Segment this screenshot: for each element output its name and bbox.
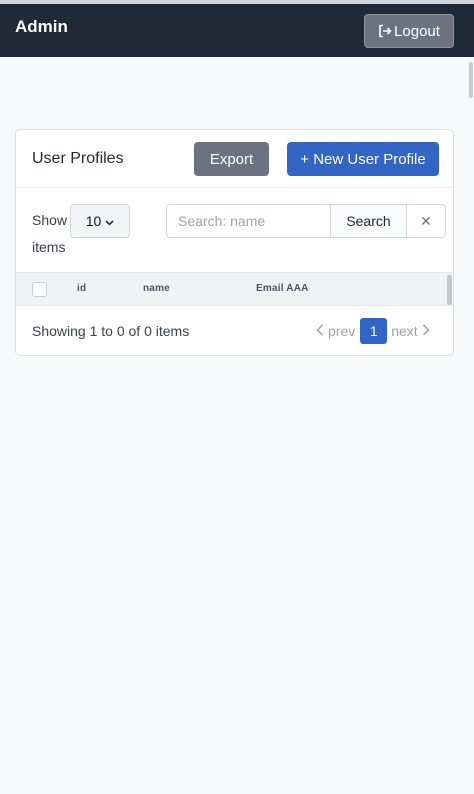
export-button[interactable]: Export (194, 142, 269, 176)
next-label: next (391, 323, 418, 339)
search-input[interactable] (166, 204, 331, 238)
close-icon: ✕ (420, 212, 432, 229)
showing-summary: Showing 1 to 0 of 0 items (32, 323, 190, 339)
column-header-name[interactable]: name (143, 283, 170, 294)
page-scrollbar-thumb[interactable] (469, 62, 473, 98)
pagination: prev 1 next (316, 318, 430, 344)
show-label: Show (32, 212, 68, 228)
brand-title[interactable]: Admin (15, 17, 68, 37)
clear-search-button[interactable]: ✕ (406, 204, 446, 238)
table-header-row: id name Email AAA (16, 272, 453, 306)
chevron-left-icon (316, 323, 324, 339)
chevron-right-icon (422, 323, 430, 339)
prev-label: prev (328, 323, 356, 339)
table-scrollbar-thumb[interactable] (447, 275, 452, 305)
chevron-down-icon (105, 213, 114, 229)
column-header-id[interactable]: id (77, 283, 86, 294)
user-profiles-card: User Profiles Export + New User Profile … (15, 129, 454, 356)
logout-button[interactable]: Logout (364, 14, 454, 48)
page-size-select[interactable]: 10 (70, 204, 130, 238)
select-all-checkbox[interactable] (32, 282, 47, 297)
prev-page-link[interactable]: prev (316, 323, 355, 339)
logout-icon (378, 24, 392, 38)
card-header: User Profiles Export + New User Profile (16, 130, 453, 188)
page-number-button[interactable]: 1 (360, 318, 388, 344)
new-user-profile-button[interactable]: + New User Profile (287, 142, 439, 176)
page-size-value: 10 (85, 213, 102, 229)
logout-label: Logout (394, 22, 440, 40)
items-label: items (32, 239, 66, 255)
column-header-email[interactable]: Email AAA (256, 283, 309, 294)
next-page-link[interactable]: next (391, 323, 430, 339)
top-navbar: Admin Logout (0, 0, 474, 57)
search-button[interactable]: Search (330, 204, 407, 238)
page-scrollbar-track[interactable] (468, 57, 474, 794)
card-title: User Profiles (32, 150, 124, 167)
